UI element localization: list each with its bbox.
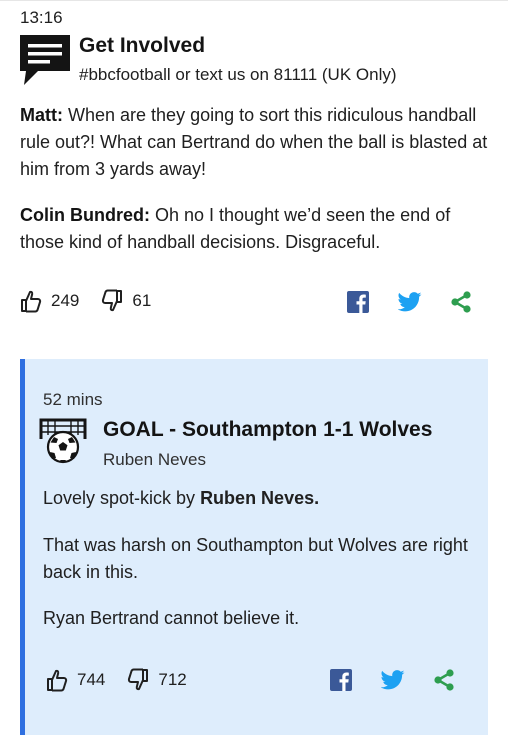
goal-card: 52 mins GOAL - Southampton 1-1 Wolves Ru… bbox=[20, 359, 488, 735]
goal-scorer: Ruben Neves bbox=[103, 450, 207, 469]
status-time: 13:16 bbox=[20, 8, 63, 27]
comment-matt: Matt: When are they going to sort this r… bbox=[20, 102, 490, 183]
comment-author: Colin Bundred: bbox=[20, 205, 150, 225]
twitter-icon[interactable] bbox=[381, 670, 405, 690]
share-bar bbox=[347, 291, 472, 313]
dislike-count: 61 bbox=[132, 291, 152, 310]
dislike-count: 712 bbox=[158, 670, 187, 689]
post-time: 52 mins bbox=[43, 390, 103, 409]
share-icon[interactable] bbox=[433, 669, 455, 691]
share-icon[interactable] bbox=[450, 291, 472, 313]
dislike-button[interactable]: 61 bbox=[101, 289, 151, 313]
paragraph-bold: Ruben Neves. bbox=[200, 488, 320, 508]
like-count: 249 bbox=[51, 291, 80, 310]
football-goal-icon bbox=[39, 418, 87, 464]
like-button[interactable]: 744 bbox=[46, 668, 105, 692]
speech-bubble-icon bbox=[20, 35, 70, 85]
thumbs-down-icon bbox=[102, 289, 123, 312]
share-bar bbox=[330, 669, 455, 691]
comment-text: When are they going to sort this ridicul… bbox=[20, 105, 488, 179]
paragraph-text: Lovely spot-kick by bbox=[43, 488, 201, 508]
facebook-icon[interactable] bbox=[330, 669, 352, 691]
comment-author: Matt: bbox=[20, 105, 63, 125]
twitter-icon[interactable] bbox=[398, 292, 422, 312]
thumbs-up-icon bbox=[47, 669, 68, 692]
goal-title: GOAL - Southampton 1-1 Wolves bbox=[103, 418, 433, 441]
card-paragraph-3: Ryan Bertrand cannot believe it. bbox=[43, 608, 300, 628]
like-count: 744 bbox=[77, 670, 106, 689]
thumbs-down-icon bbox=[128, 668, 149, 691]
get-involved-title: Get Involved bbox=[79, 34, 206, 57]
like-button[interactable]: 249 bbox=[20, 289, 79, 313]
top-divider bbox=[0, 0, 508, 1]
dislike-button[interactable]: 712 bbox=[127, 668, 187, 692]
comment-colin: Colin Bundred: Oh no I thought we’d seen… bbox=[20, 202, 490, 256]
vote-bar: 744 712 bbox=[46, 668, 187, 692]
get-involved-subtitle: #bbcfootball or text us on 81111 (UK Onl… bbox=[79, 65, 397, 84]
card-paragraph-2: That was harsh on Southampton but Wolves… bbox=[43, 535, 468, 582]
card-paragraph-1: Lovely spot-kick by Ruben Neves. bbox=[43, 485, 473, 512]
thumbs-up-icon bbox=[21, 290, 42, 313]
vote-bar: 249 61 bbox=[20, 289, 151, 313]
facebook-icon[interactable] bbox=[347, 291, 369, 313]
